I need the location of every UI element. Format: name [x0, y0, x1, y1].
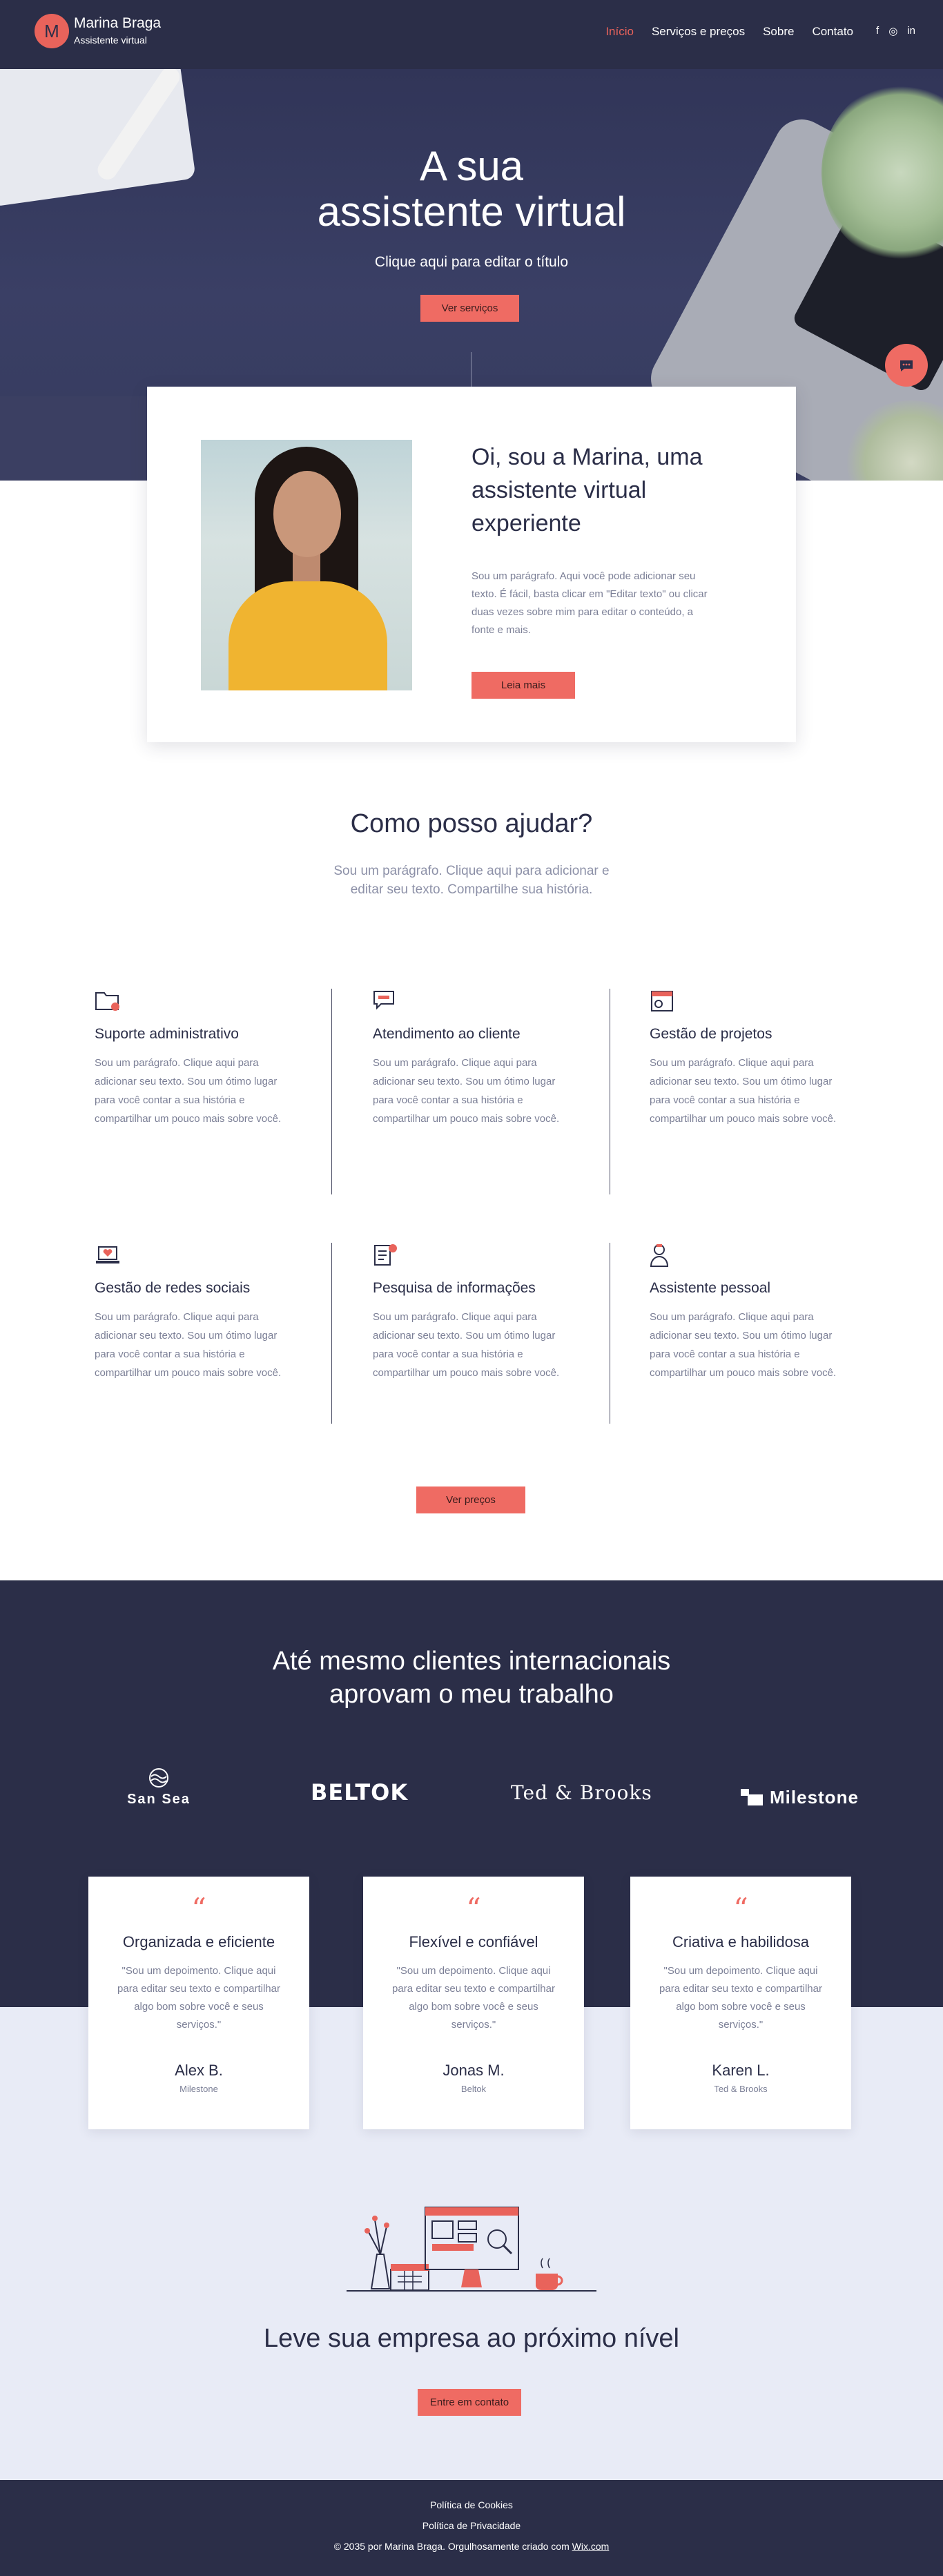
wix-link[interactable]: Wix.com	[572, 2541, 610, 2552]
testimonial-title: Flexível e confiável	[409, 1933, 538, 1950]
service-text: Sou um parágrafo. Clique aqui para adici…	[373, 1311, 560, 1379]
testimonial-text: "Sou um depoimento. Clique aqui para edi…	[117, 1965, 280, 2031]
client-logo-san-sea: San Sea	[121, 1768, 197, 1808]
nav-item-sobre[interactable]: Sobre	[763, 25, 794, 39]
logo-badge[interactable]: M	[35, 14, 69, 48]
service-title: Gestão de projetos	[650, 1026, 772, 1042]
site-footer: Política de Cookies Política de Privacid…	[0, 2480, 943, 2576]
service-item: Gestão de redes sociais Sou um parágrafo…	[95, 1243, 302, 1382]
quote-icon: “	[466, 1892, 481, 1926]
ver-servicos-button[interactable]: Ver serviços	[420, 295, 519, 322]
services-subtitle: Sou um parágrafo. Clique aqui para adici…	[333, 864, 610, 897]
hero-subtitle: Clique aqui para editar o título	[374, 254, 569, 270]
testimonial-name: Karen L.	[712, 2062, 770, 2079]
about-text: Sou um parágrafo. Aqui você pode adicion…	[471, 570, 708, 636]
service-text: Sou um parágrafo. Clique aqui para adici…	[650, 1057, 837, 1125]
services-title: Como posso ajudar?	[350, 809, 593, 838]
divider	[331, 989, 332, 1194]
marina-photo	[201, 440, 412, 690]
service-item: Suporte administrativo Sou um parágrafo.…	[95, 989, 302, 1128]
testimonial-company: Ted & Brooks	[714, 2084, 768, 2094]
client-logo-beltok: BELTOK	[311, 1779, 409, 1805]
copyright-text: © 2035 por Marina Braga. Orgulhosamente …	[333, 2541, 610, 2552]
testimonial-text: "Sou um depoimento. Clique aqui para edi…	[659, 1965, 822, 2031]
desk-illustration	[344, 2192, 599, 2303]
brand-subtitle: Assistente virtual	[74, 35, 147, 46]
divider	[331, 1243, 332, 1424]
service-text: Sou um parágrafo. Clique aqui para adici…	[373, 1057, 560, 1125]
quote-icon: “	[733, 1892, 748, 1926]
nav-item-servicos[interactable]: Serviços e preços	[652, 25, 745, 39]
brand-name[interactable]: Marina Braga	[74, 15, 161, 32]
service-text: Sou um parágrafo. Clique aqui para adici…	[95, 1311, 282, 1379]
linkedin-icon[interactable]: in	[907, 25, 915, 37]
testimonial-title: Criativa e habilidosa	[672, 1933, 810, 1950]
social-links: f ◎ in	[876, 25, 915, 37]
chat-icon[interactable]	[885, 344, 928, 387]
instagram-icon[interactable]: ◎	[888, 25, 897, 37]
site-header: M Marina Braga Assistente virtual Início…	[0, 0, 943, 69]
testimonial-title: Organizada e eficiente	[122, 1933, 275, 1950]
leia-mais-button[interactable]: Leia mais	[471, 672, 575, 699]
nav-item-inicio[interactable]: Início	[605, 25, 634, 39]
testimonial-name: Alex B.	[175, 2062, 223, 2079]
testimonial-company: Beltok	[460, 2084, 487, 2094]
privacy-policy-link[interactable]: Política de Privacidade	[0, 2520, 943, 2531]
main-nav: Início Serviços e preços Sobre Contato	[605, 25, 853, 39]
service-title: Suporte administrativo	[95, 1026, 239, 1042]
about-card: Oi, sou a Marina, uma assistente virtual…	[147, 387, 796, 742]
about-title: Oi, sou a Marina, uma assistente virtual…	[471, 444, 703, 536]
milestone-logo-icon	[741, 1788, 763, 1805]
chat-bubbles-icon	[373, 989, 400, 1014]
testimonial-text: "Sou um depoimento. Clique aqui para edi…	[392, 1965, 555, 2031]
nav-item-contato[interactable]: Contato	[812, 25, 853, 39]
service-title: Atendimento ao cliente	[373, 1026, 521, 1042]
service-item: Gestão de projetos Sou um parágrafo. Cli…	[650, 989, 857, 1128]
hero-title: A sua assistente virtual	[317, 143, 626, 235]
laptop-heart-icon	[95, 1243, 122, 1268]
quote-icon: “	[191, 1892, 206, 1926]
folder-icon	[95, 989, 122, 1014]
wave-logo-icon	[149, 1768, 168, 1788]
contact-button[interactable]: Entre em contato	[418, 2389, 521, 2416]
service-item: Assistente pessoal Sou um parágrafo. Cli…	[650, 1243, 857, 1382]
service-text: Sou um parágrafo. Clique aqui para adici…	[650, 1311, 837, 1379]
client-logo-ted-brooks: Ted & Brooks	[511, 1781, 652, 1804]
calendar-icon	[650, 989, 677, 1014]
testimonial-company: Milestone	[179, 2084, 218, 2094]
ver-precos-button[interactable]: Ver preços	[416, 1486, 525, 1513]
service-text: Sou um parágrafo. Clique aqui para adici…	[95, 1057, 282, 1125]
cta-title: Leve sua empresa ao próximo nível	[264, 2324, 679, 2353]
testimonial-name: Jonas M.	[443, 2062, 505, 2079]
facebook-icon[interactable]: f	[876, 25, 879, 37]
cookies-policy-link[interactable]: Política de Cookies	[0, 2499, 943, 2510]
service-title: Assistente pessoal	[650, 1280, 771, 1296]
testimonial-card: “ Criativa e habilidosa "Sou um depoimen…	[630, 1877, 851, 2129]
document-search-icon	[373, 1243, 400, 1268]
testimonial-card: “ Flexível e confiável "Sou um depoiment…	[363, 1877, 584, 2129]
client-logo-milestone: Milestone	[741, 1787, 859, 1808]
testimonial-card: “ Organizada e eficiente "Sou um depoime…	[88, 1877, 309, 2129]
service-title: Pesquisa de informações	[373, 1280, 536, 1296]
clients-title: Até mesmo clientes internacionais aprova…	[272, 1647, 671, 1709]
service-item: Atendimento ao cliente Sou um parágrafo.…	[373, 989, 580, 1128]
service-item: Pesquisa de informações Sou um parágrafo…	[373, 1243, 580, 1382]
assistant-person-icon	[650, 1243, 677, 1268]
service-title: Gestão de redes sociais	[95, 1280, 251, 1296]
